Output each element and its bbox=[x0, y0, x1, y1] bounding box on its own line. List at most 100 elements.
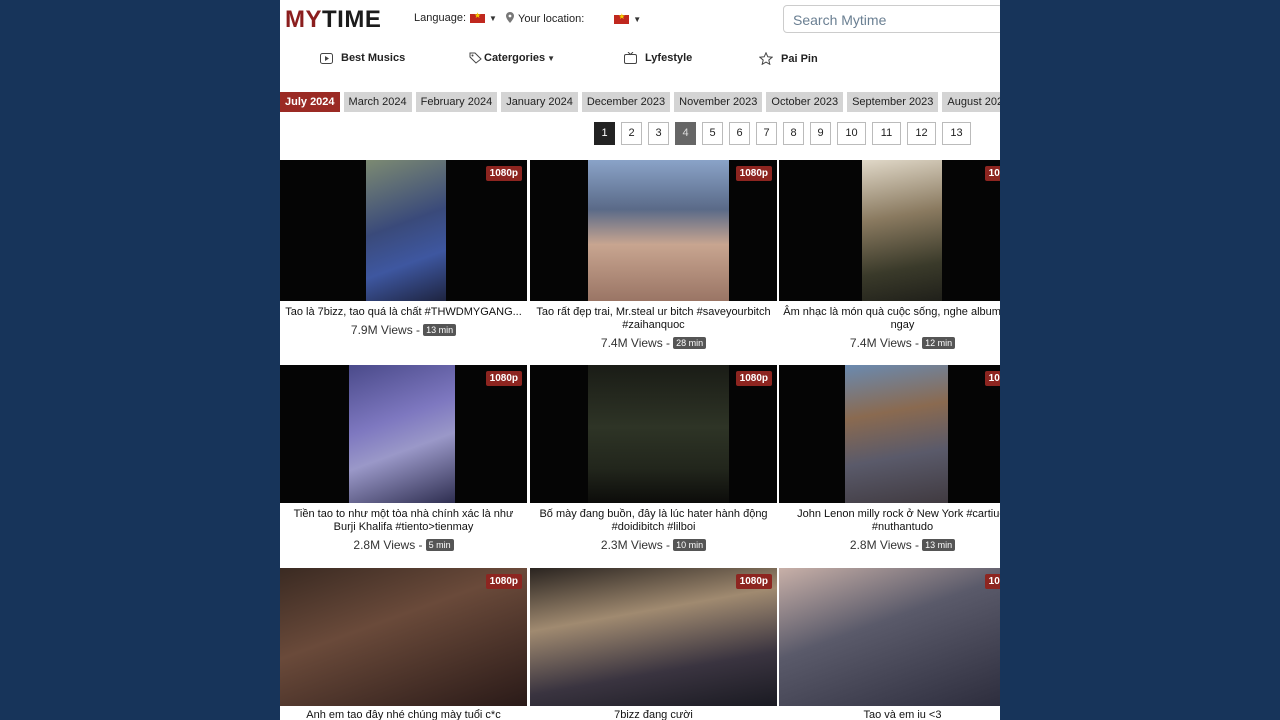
search-placeholder: Search Mytime bbox=[793, 12, 887, 28]
site-logo[interactable]: MYTIME bbox=[285, 6, 381, 34]
video-thumbnail[interactable]: 1080p bbox=[530, 160, 777, 301]
duration-badge: 13 min bbox=[423, 324, 457, 336]
play-button-icon bbox=[320, 52, 333, 64]
tab-month[interactable]: January 2024 bbox=[501, 92, 578, 112]
page-button[interactable]: 8 bbox=[783, 122, 804, 145]
tv-icon bbox=[624, 52, 637, 64]
video-thumbnail[interactable]: 1080p bbox=[530, 365, 777, 503]
page-button[interactable]: 11 bbox=[872, 122, 901, 145]
video-thumbnail[interactable]: 1080p bbox=[280, 160, 527, 301]
duration-badge: 5 min bbox=[425, 539, 454, 551]
video-card[interactable]: 1080p Tao rất đẹp trai, Mr.steal ur bitc… bbox=[530, 160, 777, 350]
thumbnail-image bbox=[862, 160, 942, 301]
video-thumbnail[interactable]: 1080p bbox=[530, 568, 777, 706]
nav-lifestyle[interactable]: Lyfestyle bbox=[624, 52, 692, 64]
quality-badge: 1080p bbox=[984, 166, 1000, 181]
video-title[interactable]: Tao và em iu <3 bbox=[779, 709, 1000, 720]
video-card[interactable]: 1080p 7bizz đang cười bbox=[530, 568, 777, 720]
thumbnail-image bbox=[349, 365, 455, 503]
tab-month[interactable]: September 2023 bbox=[847, 92, 939, 112]
chevron-down-icon: ▼ bbox=[489, 13, 497, 23]
video-title[interactable]: 7bizz đang cười bbox=[530, 709, 777, 720]
video-meta: 2.8M Views - 13 min bbox=[779, 538, 1000, 552]
page-button[interactable]: 4 bbox=[675, 122, 696, 145]
nav-categories[interactable]: Catergories ▼ bbox=[469, 52, 555, 64]
nav-best-musics[interactable]: Best Musics bbox=[320, 52, 405, 64]
page-button[interactable]: 13 bbox=[942, 122, 971, 145]
video-meta: 7.4M Views - 12 min bbox=[779, 336, 1000, 350]
tab-month[interactable]: October 2023 bbox=[766, 92, 844, 112]
location-label: Your location: bbox=[518, 13, 585, 25]
video-thumbnail[interactable]: 1080p bbox=[779, 365, 1000, 503]
page: MYTIME Language: ▼ Your location: ▼ Sear… bbox=[280, 0, 1000, 720]
month-tabs: July 2024 March 2024 February 2024 Janua… bbox=[280, 92, 1000, 112]
thumbnail-image bbox=[588, 365, 729, 503]
vietnam-flag-icon bbox=[614, 12, 630, 24]
video-title[interactable]: Tao rất đẹp trai, Mr.steal ur bitch #sav… bbox=[530, 306, 777, 332]
tab-month[interactable]: July 2024 bbox=[280, 92, 340, 112]
video-thumbnail[interactable]: 1080p bbox=[280, 568, 527, 706]
video-meta: 2.8M Views - 5 min bbox=[280, 538, 527, 552]
language-selector[interactable]: Language: ▼ bbox=[414, 11, 497, 25]
video-title[interactable]: Tao là 7bizz, tao quá là chất #THWDMYGAN… bbox=[280, 306, 527, 319]
quality-badge: 1080p bbox=[485, 574, 522, 589]
page-button[interactable]: 3 bbox=[648, 122, 669, 145]
video-meta: 7.9M Views - 13 min bbox=[280, 323, 527, 337]
video-title[interactable]: Âm nhạc là món quà cuộc sống, nghe album… bbox=[779, 306, 1000, 332]
tag-icon bbox=[469, 52, 482, 64]
quality-badge: 1080p bbox=[984, 574, 1000, 589]
page-button[interactable]: 6 bbox=[729, 122, 750, 145]
video-meta: 7.4M Views - 28 min bbox=[530, 336, 777, 350]
page-button[interactable]: 10 bbox=[837, 122, 866, 145]
nav-label: Pai Pin bbox=[781, 52, 818, 65]
view-count: 7.9M Views - bbox=[350, 323, 421, 337]
tab-month[interactable]: August 2023 bbox=[942, 92, 1000, 112]
video-card[interactable]: 1080p John Lenon milly rock ở New York #… bbox=[779, 365, 1000, 552]
nav-pai-pin[interactable]: Pai Pin bbox=[759, 52, 818, 65]
tab-month[interactable]: December 2023 bbox=[581, 92, 671, 112]
duration-badge: 12 min bbox=[922, 337, 956, 349]
page-button[interactable]: 1 bbox=[594, 122, 615, 145]
view-count: 2.8M Views - bbox=[353, 538, 423, 552]
pagination: 1 2 3 4 5 6 7 8 9 10 11 12 13 bbox=[594, 122, 971, 145]
video-title[interactable]: Anh em tao đây nhé chúng mày tuổi c*c bbox=[280, 709, 527, 720]
nav-label: Lyfestyle bbox=[645, 52, 693, 64]
location-selector[interactable]: Your location: ▼ bbox=[506, 12, 641, 26]
video-thumbnail[interactable]: 1080p bbox=[779, 160, 1000, 301]
duration-badge: 10 min bbox=[673, 539, 707, 551]
location-pin-icon bbox=[506, 12, 514, 26]
video-card[interactable]: 1080p Tao là 7bizz, tao quá là chất #THW… bbox=[280, 160, 527, 337]
page-button[interactable]: 7 bbox=[756, 122, 777, 145]
video-card[interactable]: 1080p Tao và em iu <3 bbox=[779, 568, 1000, 720]
logo-suffix: TIME bbox=[322, 6, 382, 33]
page-button[interactable]: 12 bbox=[907, 122, 936, 145]
chevron-down-icon: ▼ bbox=[633, 14, 642, 24]
video-thumbnail[interactable]: 1080p bbox=[779, 568, 1000, 706]
search-input[interactable]: Search Mytime bbox=[783, 5, 1000, 33]
video-thumbnail[interactable]: 1080p bbox=[280, 365, 527, 503]
nav-label: Catergories bbox=[484, 52, 546, 64]
video-card[interactable]: 1080p Âm nhạc là món quà cuộc sống, nghe… bbox=[779, 160, 1000, 350]
quality-badge: 1080p bbox=[485, 371, 522, 386]
view-count: 7.4M Views - bbox=[600, 336, 671, 350]
video-card[interactable]: 1080p Bố mày đang buồn, đây là lúc hater… bbox=[530, 365, 777, 552]
quality-badge: 1080p bbox=[735, 371, 772, 386]
tab-month[interactable]: February 2024 bbox=[415, 92, 498, 112]
video-card[interactable]: 1080p Anh em tao đây nhé chúng mày tuổi … bbox=[280, 568, 527, 720]
video-title[interactable]: Tiền tao to như một tòa nhà chính xác là… bbox=[280, 508, 527, 534]
logo-prefix: MY bbox=[285, 6, 322, 33]
page-button[interactable]: 2 bbox=[621, 122, 642, 145]
quality-badge: 1080p bbox=[735, 166, 772, 181]
page-button[interactable]: 9 bbox=[810, 122, 831, 145]
video-meta: 2.3M Views - 10 min bbox=[530, 538, 777, 552]
quality-badge: 1080p bbox=[984, 371, 1000, 386]
tab-month[interactable]: March 2024 bbox=[343, 92, 412, 112]
language-label: Language: bbox=[414, 12, 466, 24]
view-count: 2.3M Views - bbox=[600, 538, 671, 552]
video-title[interactable]: John Lenon milly rock ở New York #cartiu… bbox=[779, 508, 1000, 534]
tab-month[interactable]: November 2023 bbox=[674, 92, 763, 112]
thumbnail-image bbox=[366, 160, 446, 301]
video-title[interactable]: Bố mày đang buồn, đây là lúc hater hành … bbox=[530, 508, 777, 534]
page-button[interactable]: 5 bbox=[702, 122, 723, 145]
video-card[interactable]: 1080p Tiền tao to như một tòa nhà chính … bbox=[280, 365, 527, 552]
